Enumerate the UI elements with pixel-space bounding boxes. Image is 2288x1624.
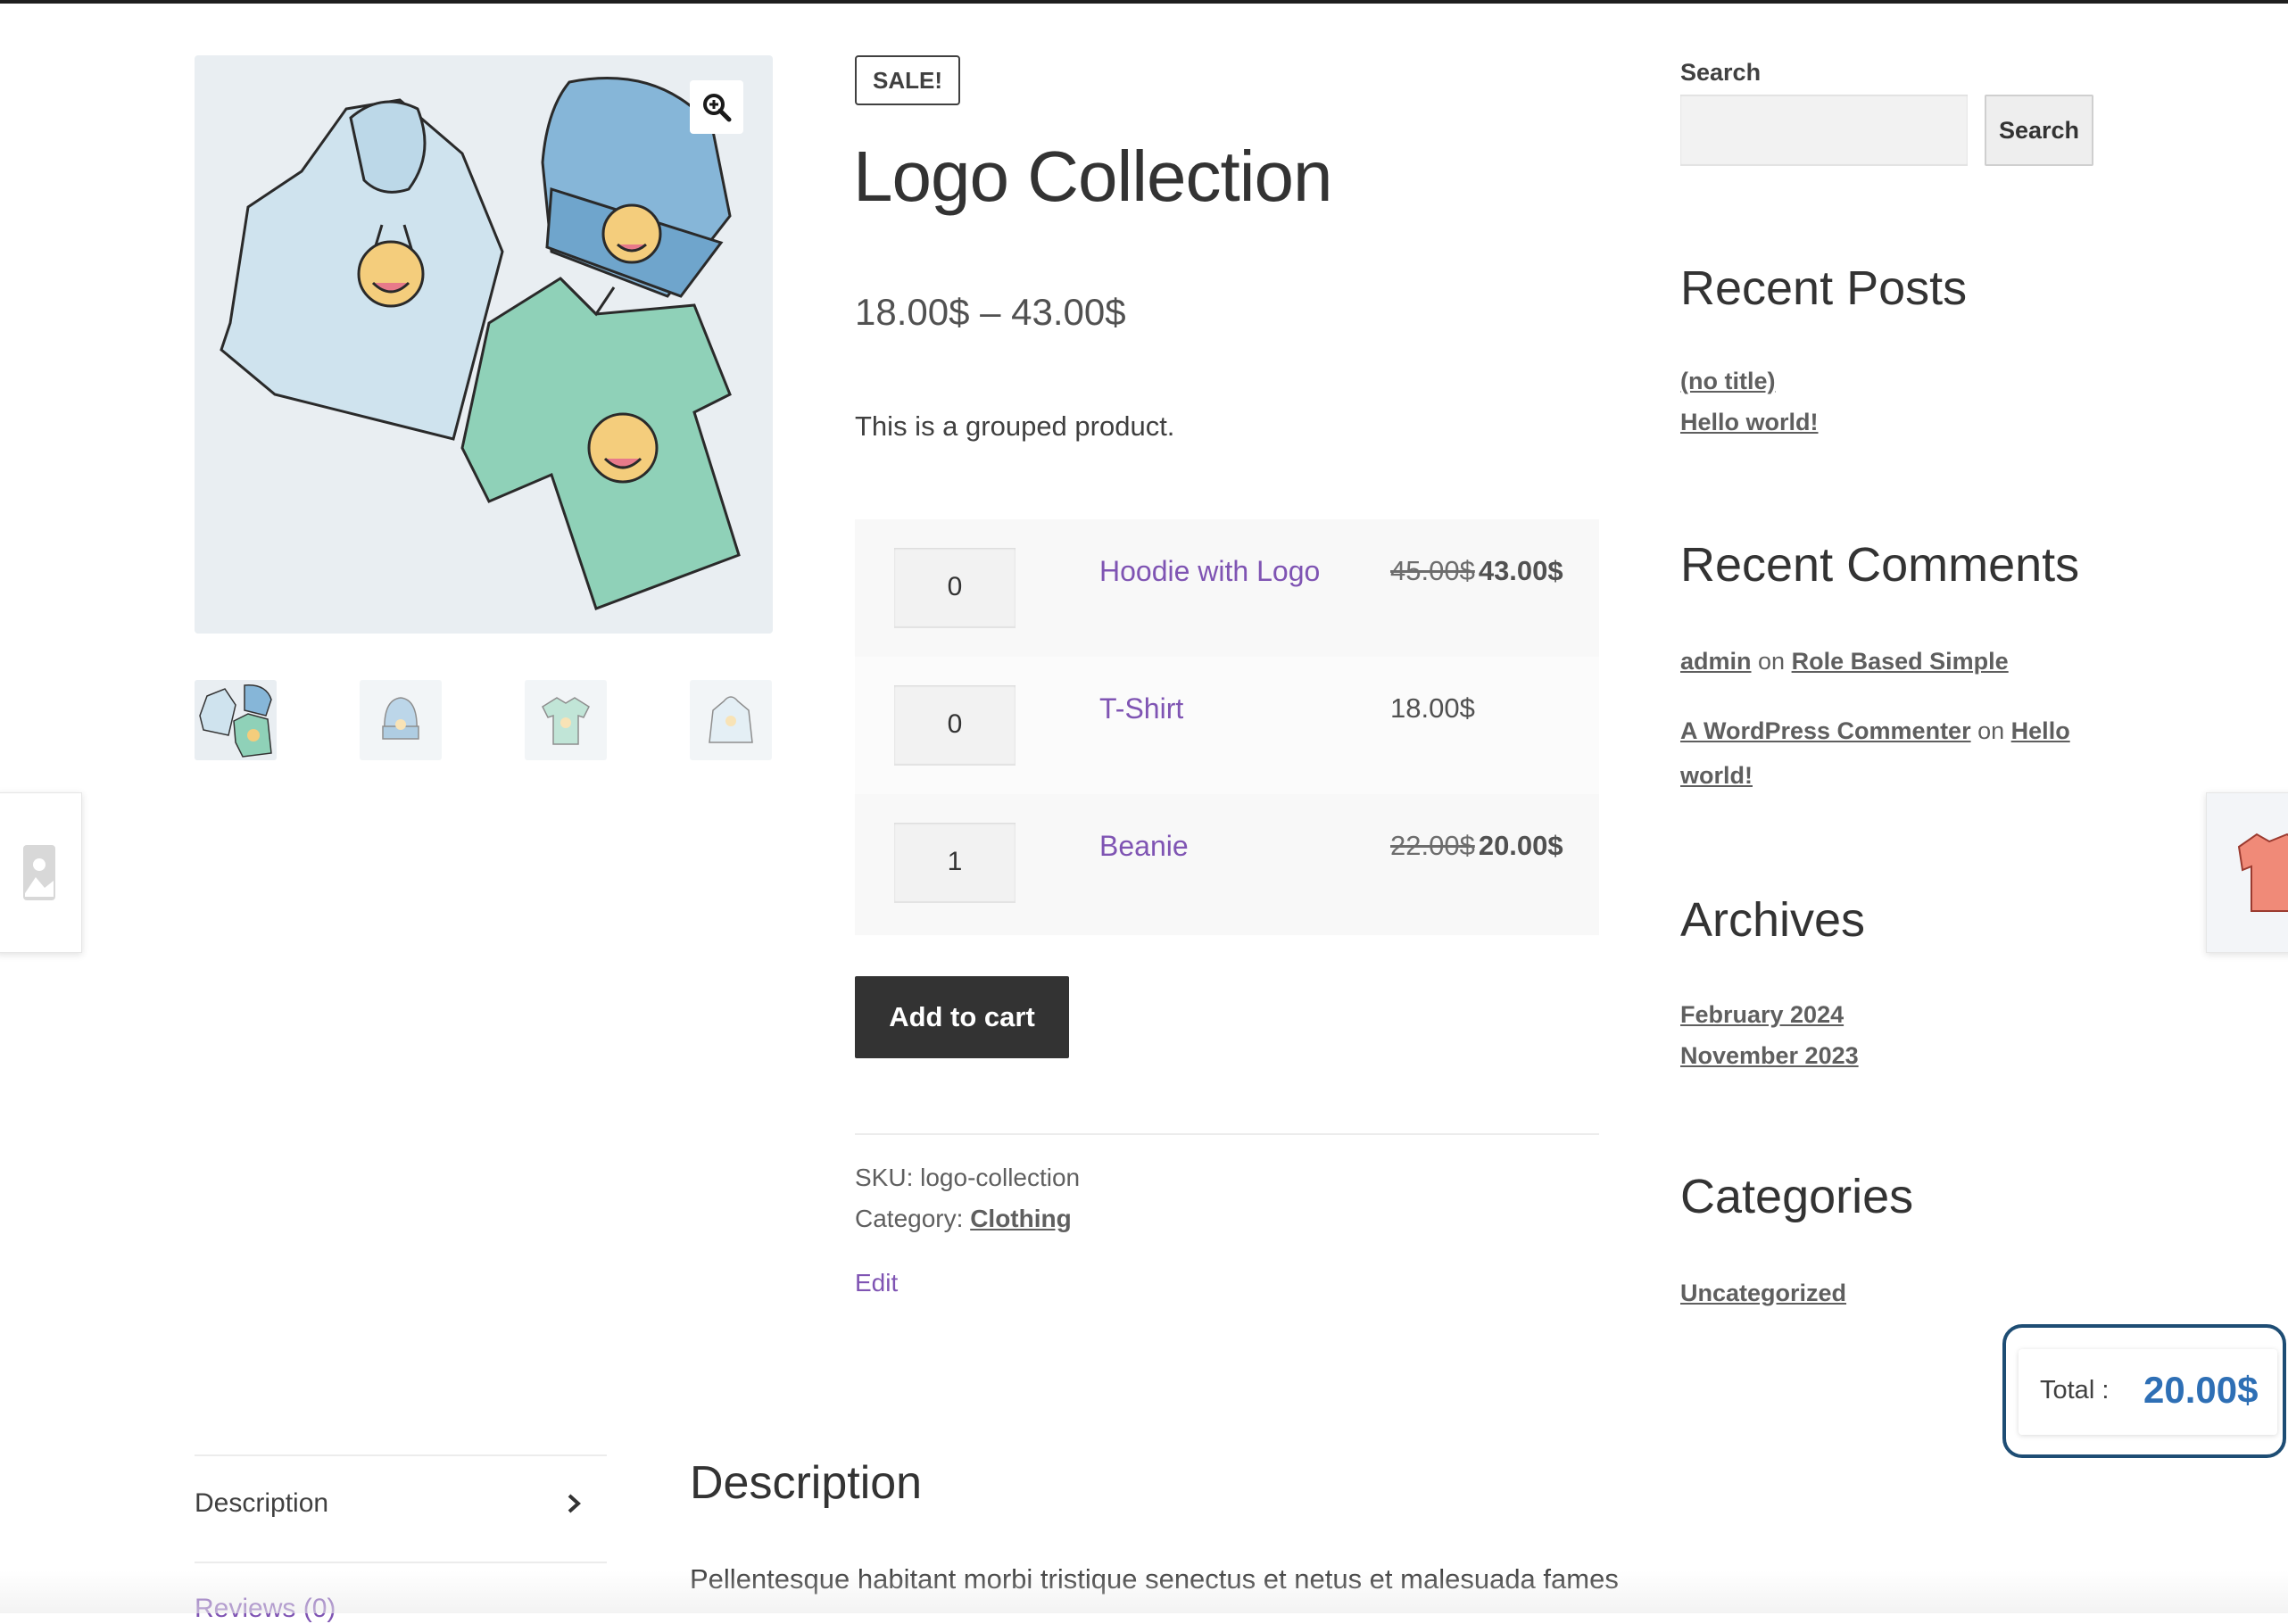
sale-price: 20.00$ [1478,830,1563,861]
tab-divider [195,1454,607,1456]
total-value: 20.00$ [2143,1369,2259,1411]
product-link-tshirt[interactable]: T-Shirt [1099,692,1183,725]
quantity-input-beanie[interactable] [894,823,1016,903]
price-tshirt: 18.00$ [1390,692,1475,724]
grouped-product-row: Hoodie with Logo 45.00$43.00$ [855,519,1599,657]
category-line: Category: Clothing [855,1205,1072,1233]
tab-reviews[interactable]: Reviews (0) [195,1594,336,1624]
thumbnail-beanie[interactable] [360,680,442,760]
category-label: Category: [855,1205,964,1232]
previous-product-tab[interactable] [0,792,82,953]
quantity-input-tshirt[interactable] [894,685,1016,766]
total-label: Total : [2040,1376,2110,1404]
thumbnail-hoodie[interactable] [690,680,772,760]
thumbnail-image [709,696,753,743]
tab-description[interactable]: Description [195,1488,328,1519]
regular-price: 45.00$ [1390,555,1475,586]
comment-post-link[interactable]: Role Based Simple [1792,648,2009,675]
meta-divider [855,1133,1599,1135]
image-placeholder-icon [23,845,55,900]
comment-author-link[interactable]: A WordPress Commenter [1680,717,1971,744]
sale-price: 43.00$ [1478,555,1563,586]
thumbnail-image [199,684,272,758]
search-label: Search [1680,59,1762,86]
sale-badge: SALE! [855,55,960,105]
thumbnail-image [542,697,590,745]
archive-link[interactable]: February 2024 [1680,1001,1844,1029]
search-input[interactable] [1680,95,1968,166]
comment-post-link[interactable]: world! [1680,762,1753,789]
product-link-hoodie[interactable]: Hoodie with Logo [1099,555,1320,588]
top-border [0,0,2288,4]
categories-title: Categories [1680,1170,1914,1223]
price-beanie: 22.00$ 20.00$ [1390,830,1563,862]
next-product-tab[interactable] [2206,792,2288,953]
archive-link[interactable]: November 2023 [1680,1042,1859,1070]
recent-posts-title: Recent Posts [1680,261,1968,315]
recent-comment: admin on Role Based Simple [1680,648,2009,675]
description-text: Pellentesque habitant morbi tristique se… [690,1563,1619,1595]
comment-on-text: on [1977,717,2005,744]
sku-line: SKU: logo-collection [855,1164,1080,1192]
tab-divider [195,1562,607,1563]
price-range: 18.00$ – 43.00$ [855,291,1126,333]
edit-link[interactable]: Edit [855,1269,898,1297]
add-to-cart-button[interactable]: Add to cart [855,976,1069,1058]
short-description: This is a grouped product. [855,410,1175,442]
archives-title: Archives [1680,893,1866,947]
product-main-image[interactable] [195,55,773,634]
recent-comments-title: Recent Comments [1680,538,2080,592]
recent-post-link[interactable]: Hello world! [1680,409,1819,436]
chevron-right-icon [568,1494,581,1513]
product-link-beanie[interactable]: Beanie [1099,830,1189,863]
quantity-input-hoodie[interactable] [894,548,1016,628]
category-widget-link[interactable]: Uncategorized [1680,1280,1846,1307]
category-link[interactable]: Clothing [970,1205,1072,1232]
grouped-products-table: Hoodie with Logo 45.00$43.00$ T-Shirt 18… [855,519,1599,935]
thumbnail-image [382,697,419,740]
magnify-plus-icon [703,94,732,122]
total-price-widget: Total : 20.00$ [2002,1324,2286,1458]
comment-author-link[interactable]: admin [1680,648,1752,675]
thumbnail-tshirt[interactable] [525,680,607,760]
recent-post-link[interactable]: (no title) [1680,368,1775,395]
sku-label: SKU: [855,1164,914,1191]
comment-on-text: on [1758,648,1786,675]
clothing-illustration [220,77,741,610]
tshirt-thumbnail-icon [2237,833,2288,912]
comment-post-link[interactable]: Hello [2011,717,2070,744]
total-price-card: Total : 20.00$ [2019,1349,2277,1435]
sku-value: logo-collection [920,1164,1081,1191]
regular-price: 22.00$ [1390,830,1475,861]
description-heading: Description [690,1457,923,1509]
price-hoodie: 45.00$ 43.00$ [1390,555,1563,587]
search-button[interactable]: Search [1985,95,2093,166]
recent-comment: A WordPress Commenter on Hello [1680,717,2070,745]
thumbnail-logo-collection[interactable] [195,680,277,760]
grouped-product-row: T-Shirt 18.00$ [855,657,1599,794]
zoom-button[interactable] [690,80,743,134]
grouped-product-row: Beanie 22.00$20.00$ [855,794,1599,932]
recent-comment-continued: world! [1680,762,1753,790]
product-title: Logo Collection [853,137,1332,216]
